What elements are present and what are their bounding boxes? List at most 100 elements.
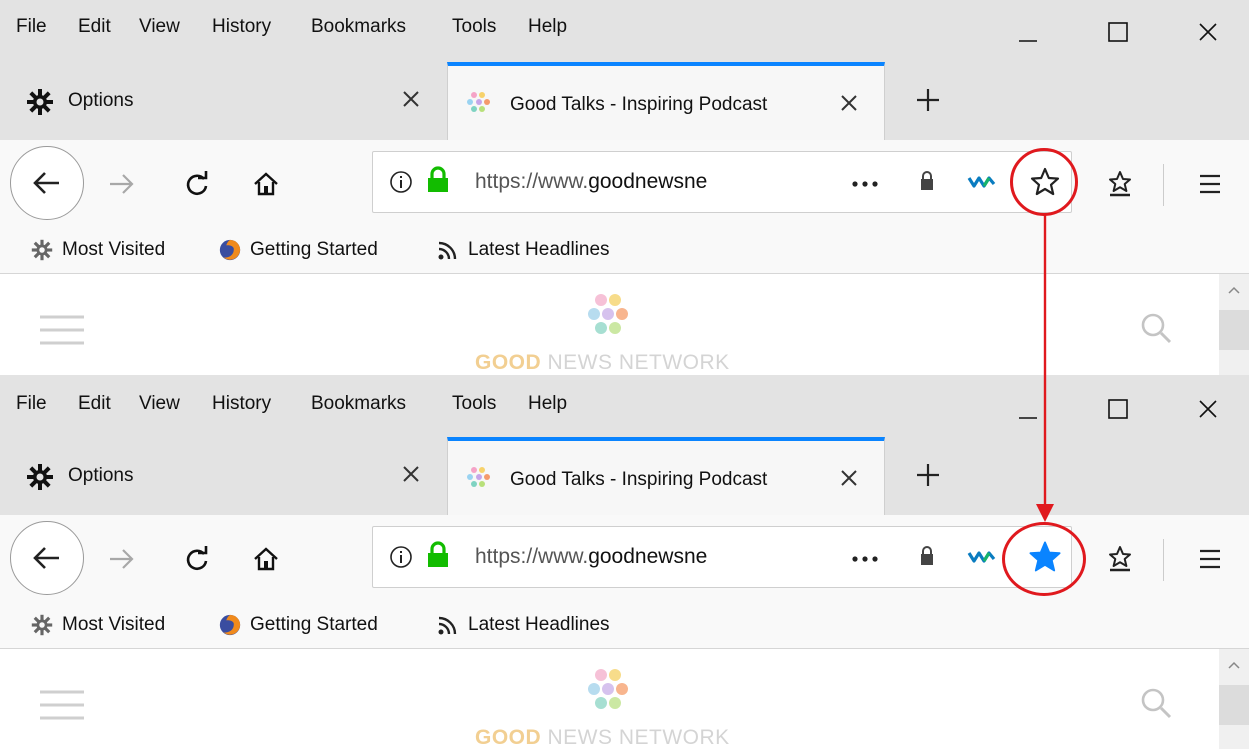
search-icon[interactable] bbox=[1140, 687, 1172, 719]
maximize-button[interactable] bbox=[1098, 389, 1138, 429]
library-button[interactable] bbox=[1098, 537, 1142, 581]
bookmark-label: Most Visited bbox=[62, 239, 166, 260]
menu-help[interactable]: Help bbox=[528, 16, 567, 38]
bookmark-label: Most Visited bbox=[62, 614, 166, 635]
minimize-icon bbox=[1019, 40, 1037, 42]
menu-view[interactable]: View bbox=[139, 393, 180, 415]
info-icon[interactable] bbox=[389, 170, 413, 194]
url-bar[interactable]: https://www.goodnewsne bbox=[372, 526, 1072, 588]
home-button[interactable] bbox=[244, 537, 288, 581]
menu-edit[interactable]: Edit bbox=[78, 393, 111, 415]
minimize-button[interactable] bbox=[1008, 12, 1048, 52]
rss-icon bbox=[436, 613, 460, 637]
bookmark-most-visited[interactable]: Most Visited bbox=[30, 234, 165, 266]
menu-bookmarks[interactable]: Bookmarks bbox=[311, 16, 406, 38]
library-button[interactable] bbox=[1098, 162, 1142, 206]
annotation-circle-top bbox=[1010, 148, 1078, 216]
url-text[interactable]: https://www.goodnewsne bbox=[475, 170, 779, 194]
logo-rest: NEWS NETWORK bbox=[541, 351, 730, 374]
close-window-button[interactable] bbox=[1188, 389, 1228, 429]
extension-wave-icon[interactable] bbox=[967, 549, 997, 565]
bookmark-label: Latest Headlines bbox=[468, 614, 610, 635]
lock-icon[interactable] bbox=[919, 545, 935, 567]
menu-bar: File Edit View History Bookmarks Tools H… bbox=[0, 375, 1249, 437]
bookmarks-toolbar: Most Visited Getting Started Latest Head… bbox=[0, 228, 1249, 274]
padlock-icon[interactable] bbox=[425, 541, 451, 569]
close-icon bbox=[841, 95, 857, 111]
chevron-up-icon[interactable] bbox=[1228, 286, 1240, 294]
page-actions-icon[interactable] bbox=[851, 180, 879, 188]
bookmark-getting-started[interactable]: Getting Started bbox=[218, 609, 378, 641]
forward-button[interactable] bbox=[100, 537, 144, 581]
scrollbar[interactable] bbox=[1219, 649, 1249, 749]
menu-file[interactable]: File bbox=[16, 393, 47, 415]
menu-help[interactable]: Help bbox=[528, 393, 567, 415]
url-domain: goodnewsne bbox=[588, 170, 708, 193]
menu-history[interactable]: History bbox=[212, 393, 271, 415]
menu-button[interactable] bbox=[1188, 162, 1232, 206]
reload-icon bbox=[186, 171, 208, 196]
menu-tools[interactable]: Tools bbox=[452, 393, 496, 415]
tab-good-talks[interactable]: Good Talks - Inspiring Podcast bbox=[447, 62, 885, 140]
home-icon bbox=[254, 547, 278, 571]
close-icon bbox=[1199, 23, 1217, 41]
chevron-up-icon[interactable] bbox=[1228, 661, 1240, 669]
home-button[interactable] bbox=[244, 162, 288, 206]
menu-bookmarks[interactable]: Bookmarks bbox=[311, 393, 406, 415]
info-icon[interactable] bbox=[389, 545, 413, 569]
back-button[interactable] bbox=[10, 146, 84, 220]
new-tab-button[interactable] bbox=[906, 78, 950, 122]
bookmarks-toolbar: Most Visited Getting Started Latest Head… bbox=[0, 603, 1249, 649]
bookmark-most-visited[interactable]: Most Visited bbox=[30, 609, 165, 641]
arrow-left-icon bbox=[33, 172, 59, 194]
close-tab-button[interactable] bbox=[398, 86, 424, 112]
reload-button[interactable] bbox=[175, 162, 219, 206]
scrollbar-thumb[interactable] bbox=[1219, 310, 1249, 350]
lock-icon[interactable] bbox=[919, 170, 935, 192]
menu-file[interactable]: File bbox=[16, 16, 47, 38]
menu-button[interactable] bbox=[1188, 537, 1232, 581]
arrow-right-icon bbox=[110, 549, 134, 569]
tab-good-talks[interactable]: Good Talks - Inspiring Podcast bbox=[447, 437, 885, 515]
maximize-button[interactable] bbox=[1098, 12, 1138, 52]
forward-button[interactable] bbox=[100, 162, 144, 206]
close-window-button[interactable] bbox=[1188, 12, 1228, 52]
menu-edit[interactable]: Edit bbox=[78, 16, 111, 38]
annotation-circle-bottom bbox=[1002, 522, 1086, 596]
tab-options[interactable]: Options bbox=[8, 437, 438, 515]
back-button[interactable] bbox=[10, 521, 84, 595]
page-menu-icon[interactable] bbox=[40, 689, 84, 721]
page-menu-icon[interactable] bbox=[40, 314, 84, 346]
scrollbar-thumb[interactable] bbox=[1219, 685, 1249, 725]
bookmark-latest-headlines[interactable]: Latest Headlines bbox=[436, 609, 610, 641]
search-icon[interactable] bbox=[1140, 312, 1172, 344]
firefox-icon bbox=[218, 613, 242, 637]
url-text[interactable]: https://www.goodnewsne bbox=[475, 545, 779, 569]
page-actions-icon[interactable] bbox=[851, 555, 879, 563]
scrollbar[interactable] bbox=[1219, 274, 1249, 375]
bookmark-label: Latest Headlines bbox=[468, 239, 610, 260]
plus-icon bbox=[917, 89, 939, 111]
logo-text: GOOD NEWS NETWORK bbox=[475, 726, 730, 749]
menu-tools[interactable]: Tools bbox=[452, 16, 496, 38]
tab-options[interactable]: Options bbox=[8, 62, 438, 140]
new-tab-button[interactable] bbox=[906, 453, 950, 497]
close-tab-button[interactable] bbox=[836, 465, 862, 491]
url-bar[interactable]: https://www.goodnewsne bbox=[372, 151, 1072, 213]
bookmark-star-shelf-icon bbox=[1109, 171, 1131, 197]
bookmark-getting-started[interactable]: Getting Started bbox=[218, 234, 378, 266]
padlock-icon[interactable] bbox=[425, 166, 451, 194]
close-tab-button[interactable] bbox=[836, 90, 862, 116]
bookmark-latest-headlines[interactable]: Latest Headlines bbox=[436, 234, 610, 266]
page-content: GOOD NEWS NETWORK bbox=[0, 274, 1249, 375]
tab-options-label: Options bbox=[68, 465, 134, 486]
gear-icon bbox=[30, 238, 54, 262]
menu-history[interactable]: History bbox=[212, 16, 271, 38]
reload-button[interactable] bbox=[175, 537, 219, 581]
menu-view[interactable]: View bbox=[139, 16, 180, 38]
url-domain: goodnewsne bbox=[588, 545, 708, 568]
maximize-icon bbox=[1108, 399, 1128, 419]
close-tab-button[interactable] bbox=[398, 461, 424, 487]
page-content: GOOD NEWS NETWORK bbox=[0, 649, 1249, 749]
extension-wave-icon[interactable] bbox=[967, 174, 997, 190]
